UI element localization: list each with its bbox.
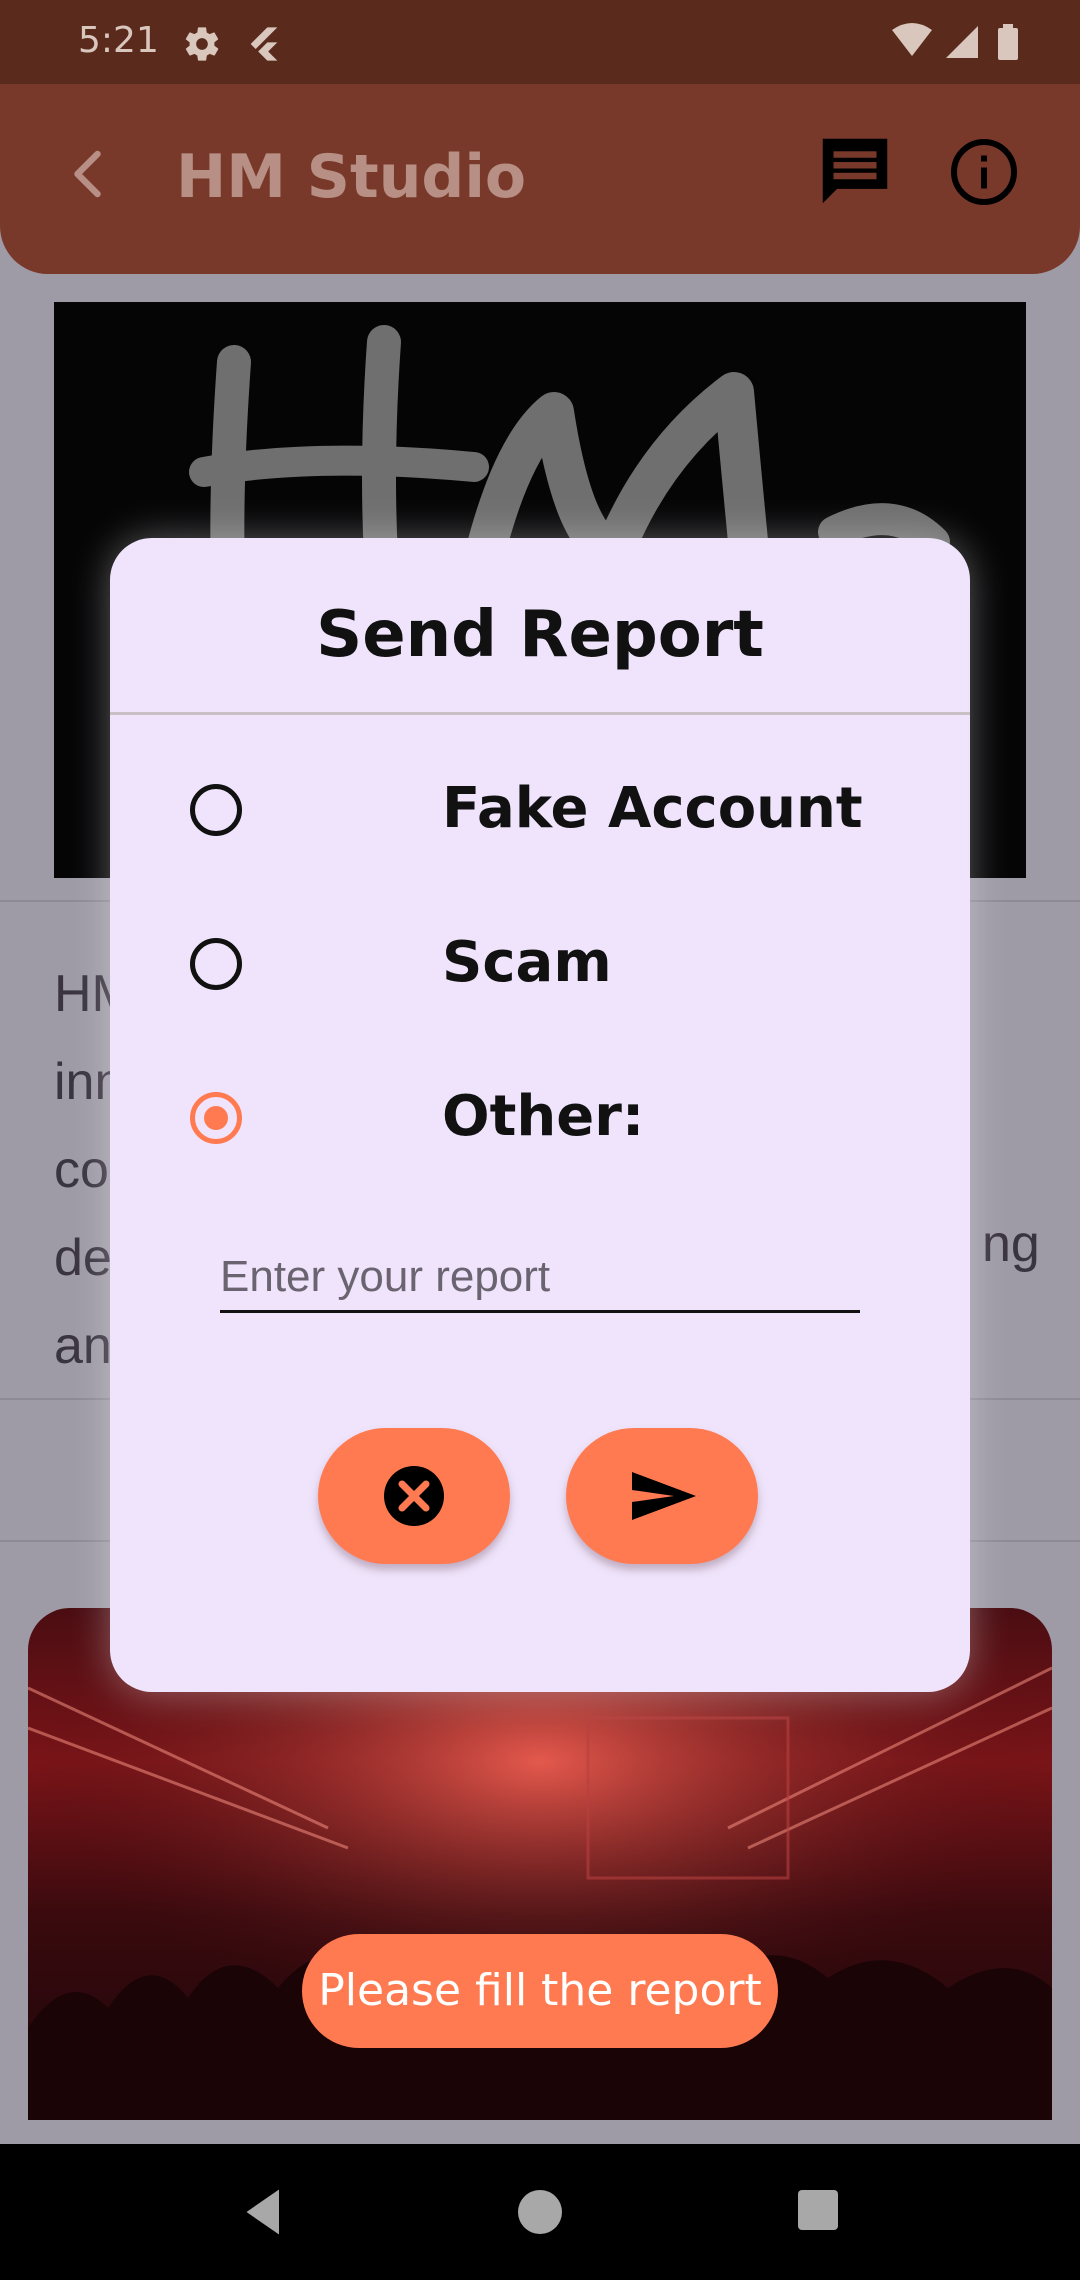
nav-back-icon[interactable] [234,2182,294,2242]
dialog-title: Send Report [316,598,764,672]
radio-button-selected[interactable] [190,1092,242,1144]
option-other[interactable]: Other: [190,1066,890,1176]
option-fake-account[interactable]: Fake Account [190,758,890,868]
option-label: Other: [442,1084,645,1149]
cancel-button[interactable] [318,1428,510,1564]
signal-icon [946,26,978,58]
option-label: Fake Account [442,776,863,841]
nav-home-icon[interactable] [518,2190,562,2234]
close-circle-icon [384,1466,444,1526]
send-button[interactable] [566,1428,758,1564]
wifi-icon [892,23,932,56]
description-tail: ng [982,1215,1040,1273]
info-icon[interactable] [948,136,1020,208]
radio-button[interactable] [190,784,242,836]
status-bar: 5:21 [0,0,1080,84]
nav-recents-icon[interactable] [798,2190,838,2230]
app-bar: HM Studio [0,84,1080,274]
status-icons [892,23,1018,60]
option-scam[interactable]: Scam [190,912,890,1022]
chat-icon[interactable] [812,128,898,214]
battery-icon [998,28,1018,60]
send-icon [632,1472,696,1520]
settings-icon [185,27,219,61]
radio-button[interactable] [190,938,242,990]
system-nav-bar [0,2144,1080,2280]
dialog-divider [110,712,970,715]
status-time: 5:21 [78,20,159,61]
report-dialog: Send Report Fake Account Scam Other: [110,538,970,1692]
option-label: Scam [442,930,612,995]
back-icon[interactable] [60,144,120,204]
flutter-icon [250,27,278,61]
page-title: HM Studio [176,142,527,212]
report-input[interactable] [220,1244,860,1313]
toast-message: Please fill the report [302,1934,778,2048]
